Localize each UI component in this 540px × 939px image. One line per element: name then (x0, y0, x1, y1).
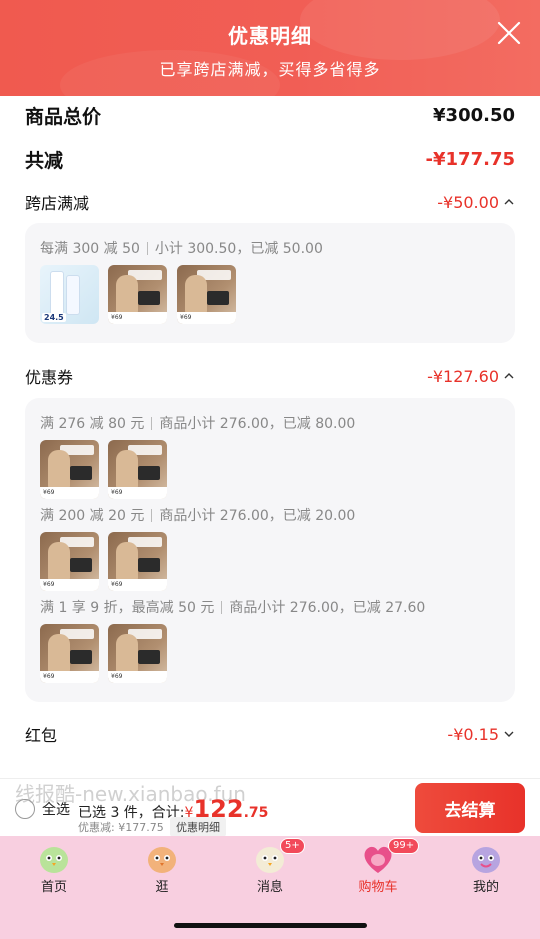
chevron-up-icon[interactable] (503, 198, 515, 206)
cross-store-rule-main: 每满 300 减 50 (40, 241, 140, 257)
thumb-price-tag: ¥69 (108, 487, 167, 499)
product-thumb[interactable]: ¥69 (40, 532, 99, 591)
tab-label: 我的 (472, 880, 499, 895)
coupon-rule-main: 满 276 减 80 元 (40, 416, 145, 432)
tab-browse[interactable]: 逛 (108, 836, 216, 902)
discount-detail-content: 商品总价 ¥300.50 共减 -¥177.75 跨店满减 -¥50.00 每满… (0, 96, 540, 780)
rule-divider (151, 509, 153, 522)
coupon-value: -¥127.60 (427, 366, 499, 386)
cross-store-rule-sub: 小计 300.50，已减 50.00 (154, 241, 323, 257)
cross-store-rule: 每满 300 减 50 小计 300.50，已减 50.00 (40, 238, 323, 258)
thumb-price-tag: ¥69 (108, 671, 167, 683)
tab-label: 逛 (155, 880, 169, 895)
coupon-rule-3: 满 1 享 9 折，最高减 50 元商品小计 276.00，已减 27.60 (40, 597, 425, 617)
saved-amount: 优惠减: ¥177.75 (78, 821, 164, 834)
tab-label: 消息 (256, 880, 283, 895)
thumb-price-tag: ¥69 (40, 487, 99, 499)
coupon-rule-main: 满 200 减 20 元 (40, 508, 145, 524)
tab-messages[interactable]: 5+ 消息 (216, 836, 324, 902)
total-price-value: ¥300.50 (433, 105, 515, 126)
sheet-subtitle: 已享跨店满减，买得多省得多 (159, 60, 381, 79)
red-packet-value-wrap: -¥0.15 (447, 725, 515, 744)
product-thumb[interactable]: ¥69 (108, 624, 167, 683)
product-thumb[interactable]: ¥69 (108, 532, 167, 591)
chevron-down-icon[interactable] (503, 730, 515, 738)
select-all-radio[interactable] (15, 799, 35, 819)
coupon-rule-1: 满 276 减 80 元商品小计 276.00，已减 80.00 (40, 413, 355, 433)
sheet-header: 优惠明细 已享跨店满减，买得多省得多 (0, 0, 540, 120)
product-thumb[interactable]: ¥69 (40, 624, 99, 683)
bird-mascot-icon (40, 847, 68, 873)
total-price-label: 商品总价 (25, 106, 102, 128)
coupon-card: 满 276 减 80 元商品小计 276.00，已减 80.00 ¥69 ¥69… (25, 398, 515, 702)
thumb-price-tag: ¥69 (40, 579, 99, 591)
rule-divider (151, 417, 153, 430)
coupon-rule-main: 满 1 享 9 折，最高减 50 元 (40, 600, 215, 616)
coupon-rule-2: 满 200 减 20 元商品小计 276.00，已减 20.00 (40, 505, 355, 525)
coupon-row[interactable]: 优惠券 -¥127.60 (25, 364, 515, 388)
total-reduced-row: 共减 -¥177.75 (25, 146, 515, 173)
red-packet-value: -¥0.15 (447, 724, 499, 744)
tab-cart[interactable]: 99+ 购物车 (324, 836, 432, 902)
checkout-bar: 线报酷-new.xianbao.fun 全选 已选 3 件，合计:¥122.75… (0, 778, 540, 837)
discount-detail-button[interactable]: 优惠明细 (170, 817, 226, 837)
product-thumb[interactable]: ¥69 (108, 440, 167, 499)
tab-label: 购物车 (358, 880, 398, 895)
close-icon[interactable] (496, 20, 522, 46)
thumb-price-tag: ¥69 (108, 579, 167, 591)
chevron-up-icon[interactable] (503, 372, 515, 380)
coupon-label: 优惠券 (25, 368, 74, 387)
home-indicator[interactable] (174, 923, 367, 928)
total-reduced-label: 共减 (25, 150, 64, 172)
thumb-price-tag: ¥69 (40, 671, 99, 683)
coupon-rule-sub: 商品小计 276.00，已减 27.60 (229, 600, 426, 616)
red-packet-label: 红包 (25, 726, 58, 745)
bird-mascot-icon (148, 847, 176, 873)
cart-badge: 99+ (388, 838, 420, 854)
red-packet-row[interactable]: 红包 -¥0.15 (25, 722, 515, 746)
coupon-value-wrap: -¥127.60 (427, 367, 515, 386)
rule-divider (221, 601, 223, 614)
thumb-price-tag: 24.5 (42, 313, 66, 322)
product-thumb[interactable]: ¥69 (108, 265, 167, 324)
thumb-price-tag: ¥69 (177, 312, 236, 324)
coupon-rule-sub: 商品小计 276.00，已减 20.00 (159, 508, 356, 524)
cross-store-row[interactable]: 跨店满减 -¥50.00 (25, 190, 515, 214)
total-amount-dec: .75 (243, 805, 269, 821)
cross-store-label: 跨店满减 (25, 194, 90, 213)
coupon-rule-sub: 商品小计 276.00，已减 80.00 (159, 416, 356, 432)
product-thumb[interactable]: ¥69 (40, 440, 99, 499)
message-badge: 5+ (280, 838, 305, 854)
rule-divider (146, 242, 148, 255)
sheet-title: 优惠明细 (228, 24, 312, 48)
cross-store-value: -¥50.00 (437, 192, 499, 212)
total-reduced-value: -¥177.75 (425, 149, 515, 170)
cross-store-value-wrap: -¥50.00 (437, 193, 515, 212)
total-price-row: 商品总价 ¥300.50 (25, 102, 515, 129)
bird-mascot-icon (472, 847, 500, 873)
tab-label: 首页 (40, 880, 67, 895)
checkout-button[interactable]: 去结算 (415, 783, 525, 833)
thumb-price-tag: ¥69 (108, 312, 167, 324)
tab-mine[interactable]: 我的 (432, 836, 540, 902)
select-all-label[interactable]: 全选 (42, 799, 70, 819)
tab-home[interactable]: 首页 (0, 836, 108, 902)
product-thumb[interactable]: ¥69 (177, 265, 236, 324)
cross-store-card: 每满 300 减 50 小计 300.50，已减 50.00 24.5 ¥69 ¥… (25, 223, 515, 343)
product-thumb-toothpaste[interactable]: 24.5 (40, 265, 99, 324)
